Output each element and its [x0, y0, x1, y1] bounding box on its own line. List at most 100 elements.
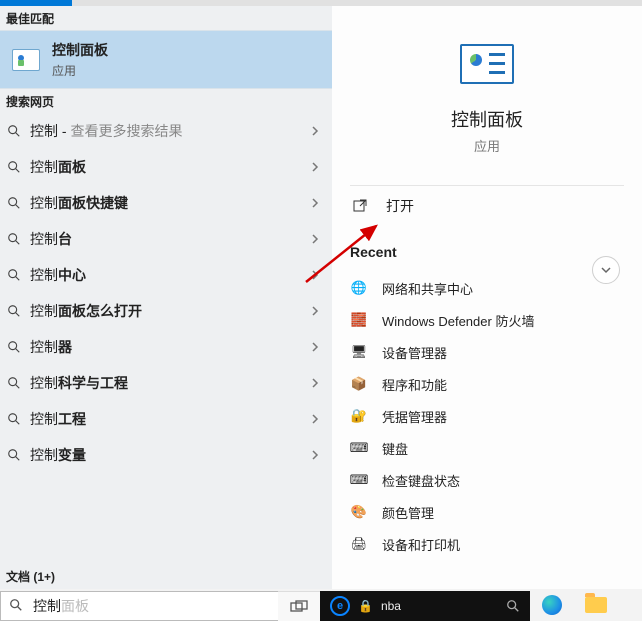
suggestion-label: 控制工程 — [30, 409, 310, 429]
suggestion-label: 控制中心 — [30, 265, 310, 285]
search-icon — [506, 599, 520, 613]
recent-item[interactable]: 🌐 网络和共享中心 — [350, 272, 624, 304]
recent-item-label: 颜色管理 — [382, 503, 434, 522]
recent-header: Recent — [350, 244, 624, 260]
chevron-right-icon — [310, 232, 324, 247]
suggestion-label: 控制面板快捷键 — [30, 193, 310, 213]
recent-item-icon: ⌨ — [350, 471, 368, 489]
edge-address-pill[interactable]: e 🔒 nba — [320, 591, 530, 621]
app-tile-icon — [460, 44, 514, 84]
web-suggestion[interactable]: 控制工程 — [0, 401, 332, 437]
search-query-typed: 控制 — [33, 596, 61, 616]
chevron-right-icon — [310, 412, 324, 427]
results-left-column: 最佳匹配 控制面板 应用 搜索网页 控制 - 查看更多搜索结果控制面板控制面板快… — [0, 6, 332, 589]
chevron-right-icon — [310, 304, 324, 319]
taskbar-app-edge[interactable] — [530, 589, 574, 621]
recent-item[interactable]: 🖥 设备管理器 — [350, 336, 624, 368]
task-view-icon — [290, 600, 308, 614]
recent-item-icon: 📦 — [350, 375, 368, 393]
search-icon — [6, 447, 22, 463]
recent-item[interactable]: 🎨 颜色管理 — [350, 496, 624, 528]
web-suggestion[interactable]: 控制 - 查看更多搜索结果 — [0, 113, 332, 149]
web-suggestion[interactable]: 控制科学与工程 — [0, 365, 332, 401]
search-query-suggestion: 面板 — [61, 596, 89, 616]
suggestion-label: 控制面板怎么打开 — [30, 301, 310, 321]
recent-item-label: 网络和共享中心 — [382, 279, 473, 298]
recent-item-icon: 🖥 — [350, 343, 368, 361]
suggestion-label: 控制 - 查看更多搜索结果 — [30, 121, 310, 141]
recent-item-label: 键盘 — [382, 439, 408, 458]
suggestion-label: 控制变量 — [30, 445, 310, 465]
recent-item-icon: 🖨 — [350, 535, 368, 553]
app-name: 控制面板 — [350, 106, 624, 132]
recent-item[interactable]: 🖨设备和打印机 — [350, 528, 624, 560]
start-search-panel: 最佳匹配 控制面板 应用 搜索网页 控制 - 查看更多搜索结果控制面板控制面板快… — [0, 6, 642, 589]
recent-item[interactable]: 📦 程序和功能 — [350, 368, 624, 400]
web-suggestion[interactable]: 控制台 — [0, 221, 332, 257]
search-icon — [6, 411, 22, 427]
taskbar: 控制面板 e 🔒 nba — [0, 589, 642, 621]
suggestion-label: 控制面板 — [30, 157, 310, 177]
suggestion-label: 控制器 — [30, 337, 310, 357]
control-panel-icon — [12, 49, 40, 71]
web-suggestion[interactable]: 控制变量 — [0, 437, 332, 473]
best-match-title: 控制面板 — [52, 40, 108, 60]
search-icon — [6, 123, 22, 139]
chevron-down-icon — [600, 264, 612, 276]
recent-item[interactable]: ⌨ 检查键盘状态 — [350, 464, 624, 496]
search-icon — [6, 339, 22, 355]
best-match-header: 最佳匹配 — [0, 6, 332, 30]
recent-list: 🌐 网络和共享中心 🧱 Windows Defender 防火墙 🖥 设备管理器 📦 程序和功… — [350, 272, 624, 560]
web-suggestion[interactable]: 控制面板怎么打开 — [0, 293, 332, 329]
recent-item-icon: 🎨 — [350, 503, 368, 521]
recent-item[interactable]: 🔐 凭据管理器 — [350, 400, 624, 432]
ie-icon: e — [330, 596, 350, 616]
web-suggestion[interactable]: 控制器 — [0, 329, 332, 365]
documents-header: 文档 (1+) — [0, 563, 332, 589]
recent-item-label: Windows Defender 防火墙 — [382, 311, 534, 330]
folder-icon — [585, 597, 607, 613]
recent-item[interactable]: ⌨ 键盘 — [350, 432, 624, 464]
best-match-subtitle: 应用 — [52, 62, 108, 79]
chevron-right-icon — [310, 376, 324, 391]
recent-item-label: 凭据管理器 — [382, 407, 447, 426]
open-label: 打开 — [386, 196, 414, 216]
search-icon — [6, 195, 22, 211]
web-suggestions-list: 控制 - 查看更多搜索结果控制面板控制面板快捷键控制台控制中心控制面板怎么打开控… — [0, 113, 332, 563]
taskbar-search-box[interactable]: 控制面板 — [0, 591, 278, 621]
search-web-header: 搜索网页 — [0, 89, 332, 113]
open-action[interactable]: 打开 — [350, 186, 624, 226]
chevron-right-icon — [310, 124, 324, 139]
recent-item-label: 设备管理器 — [382, 343, 447, 362]
task-view-button[interactable] — [278, 591, 320, 621]
chevron-right-icon — [310, 448, 324, 463]
search-icon — [6, 375, 22, 391]
web-suggestion[interactable]: 控制面板快捷键 — [0, 185, 332, 221]
chevron-right-icon — [310, 268, 324, 283]
recent-item-label: 检查键盘状态 — [382, 471, 460, 490]
recent-item[interactable]: 🧱 Windows Defender 防火墙 — [350, 304, 624, 336]
open-icon — [350, 198, 370, 214]
recent-item-icon: 🧱 — [350, 311, 368, 329]
recent-item-icon: ⌨ — [350, 439, 368, 457]
edge-icon — [542, 595, 562, 615]
chevron-right-icon — [310, 340, 324, 355]
app-type: 应用 — [350, 136, 624, 155]
edge-address-text: nba — [381, 599, 401, 613]
recent-item-icon: 🔐 — [350, 407, 368, 425]
taskbar-app-explorer[interactable] — [574, 589, 618, 621]
suggestion-label: 控制科学与工程 — [30, 373, 310, 393]
search-icon — [6, 231, 22, 247]
expand-button[interactable] — [592, 256, 620, 284]
best-match-item[interactable]: 控制面板 应用 — [0, 30, 332, 89]
suggestion-label: 控制台 — [30, 229, 310, 249]
search-icon — [9, 598, 25, 615]
web-suggestion[interactable]: 控制面板 — [0, 149, 332, 185]
search-icon — [6, 159, 22, 175]
recent-item-icon: 🌐 — [350, 279, 368, 297]
search-icon — [6, 267, 22, 283]
web-suggestion[interactable]: 控制中心 — [0, 257, 332, 293]
chevron-right-icon — [310, 196, 324, 211]
recent-item-label: 程序和功能 — [382, 375, 447, 394]
search-icon — [6, 303, 22, 319]
